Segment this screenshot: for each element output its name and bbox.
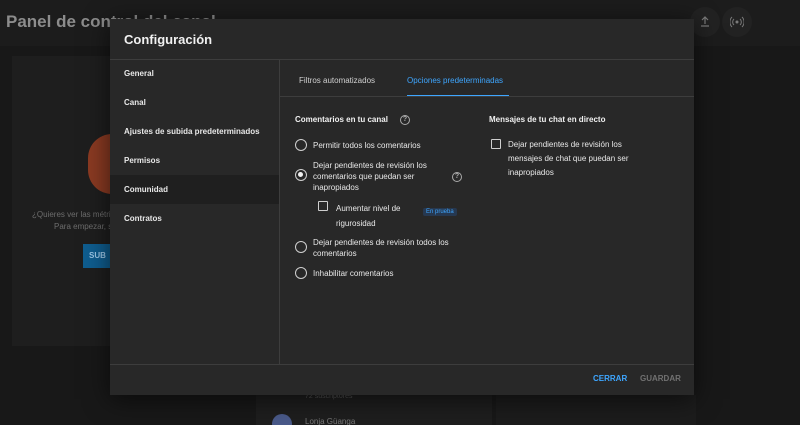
radio-hold-all[interactable] — [295, 241, 307, 253]
settings-nav: General Canal Ajustes de subida predeter… — [110, 59, 279, 233]
live-chat-section-title: Mensajes de tu chat en directo — [489, 115, 606, 124]
help-icon[interactable]: ? — [400, 115, 410, 125]
option-label: Dejar pendientes de revisión los mensaje… — [508, 140, 629, 177]
option-label: Dejar pendientes de revisión todos los c… — [313, 238, 449, 258]
option-label: Permitir todos los comentarios — [313, 141, 421, 150]
user-name: Lonja Güanga — [305, 417, 356, 425]
upload-icon[interactable] — [690, 7, 720, 37]
divider — [110, 364, 694, 365]
option-label: Aumentar nivel de rigurosidad — [336, 204, 401, 228]
nav-item-general[interactable]: General — [110, 59, 279, 88]
comments-section-title: Comentarios en tu canal — [295, 115, 388, 124]
dialog-title: Configuración — [124, 32, 213, 47]
beta-badge: En prueba — [423, 208, 457, 216]
nav-item-permissions[interactable]: Permisos — [110, 146, 279, 175]
checkbox-hold-chat[interactable] — [491, 139, 501, 149]
live-broadcast-icon[interactable] — [722, 7, 752, 37]
tab-automated-filters[interactable]: Filtros automatizados — [299, 59, 375, 96]
radio-disable-comments[interactable] — [295, 267, 307, 279]
dashboard-left-button[interactable]: SUB — [83, 244, 110, 268]
nav-item-upload-defaults[interactable]: Ajustes de subida predeterminados — [110, 117, 279, 146]
divider — [279, 59, 280, 364]
nav-item-channel[interactable]: Canal — [110, 88, 279, 117]
save-button[interactable]: GUARDAR — [640, 374, 681, 383]
help-icon[interactable]: ? — [452, 172, 462, 182]
dashboard-left-card — [12, 56, 112, 346]
tab-bar: Filtros automatizados Opciones predeterm… — [280, 59, 694, 97]
option-label: Dejar pendientes de revisión los comenta… — [313, 161, 427, 192]
dashboard-left-text: ¿Quieres ver las métric — [32, 210, 115, 219]
tab-defaults-label: Opciones predeterminadas — [407, 76, 504, 85]
nav-item-agreements[interactable]: Contratos — [110, 204, 279, 233]
tab-defaults[interactable]: Opciones predeterminadas — [407, 59, 509, 97]
option-label: Inhabilitar comentarios — [313, 269, 394, 278]
dashboard-right-card — [496, 395, 696, 425]
divider — [280, 96, 694, 97]
nav-item-community[interactable]: Comunidad — [110, 175, 279, 204]
radio-allow-all[interactable] — [295, 139, 307, 151]
checkbox-increase-strictness[interactable] — [318, 201, 328, 211]
close-button[interactable]: CERRAR — [593, 374, 627, 383]
radio-hold-inappropriate[interactable] — [295, 169, 307, 181]
dashboard-left-text-2: Para empezar, s — [54, 222, 113, 231]
settings-dialog: Configuración General Canal Ajustes de s… — [110, 19, 694, 395]
